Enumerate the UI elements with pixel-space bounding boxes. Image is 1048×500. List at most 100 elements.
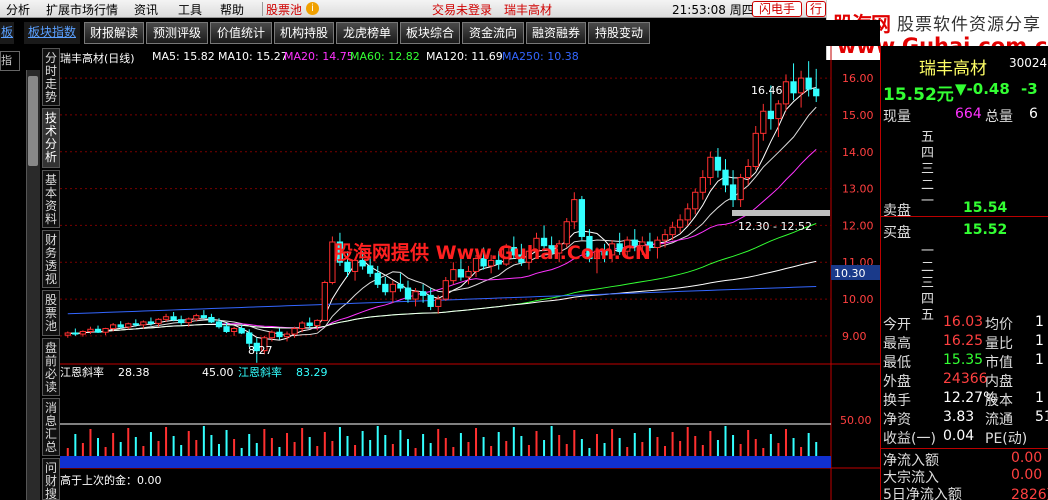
indicator-bar — [543, 440, 546, 456]
indicator-bar — [119, 442, 122, 456]
stat-value: 0.04 — [943, 428, 975, 444]
flow-label: 5日净流入额 — [883, 487, 962, 500]
ask-price: 15.54 — [963, 200, 1008, 216]
indicator-bar — [807, 433, 810, 456]
indicator-bar — [467, 442, 470, 456]
y-tick-label: 16.00 — [842, 72, 874, 85]
side-tab-financials[interactable]: 财务透视 — [42, 230, 60, 288]
flash-trade-button[interactable]: 闪电手 — [752, 1, 803, 17]
candle-body — [813, 88, 820, 97]
indicator-bar — [784, 429, 787, 456]
stat-value-2: 1 — [1035, 333, 1044, 349]
tab-holding-changes[interactable]: 持股变动 — [588, 22, 650, 44]
kline-chart[interactable]: 9.00 10.00 11.00 12.00 13.00 14.00 15.00 16.00 … — [60, 46, 880, 500]
tab-capital-flow[interactable]: 资金流向 — [462, 22, 524, 44]
candle-body — [314, 319, 321, 327]
indicator-bar — [550, 426, 553, 456]
quote-stock-name: 瑞丰高材 — [919, 59, 987, 79]
candle-body — [193, 315, 200, 320]
clock: 21:53:08 周四 — [672, 3, 754, 17]
tab-partial[interactable]: 板 — [0, 22, 14, 44]
indicator-bar — [195, 440, 198, 456]
indicator-bar — [74, 434, 77, 456]
indicator-pin[interactable]: 指标 — [0, 51, 20, 71]
side-tab-stock-pool[interactable]: 股票池 — [42, 290, 60, 336]
indicator-bar — [331, 441, 334, 456]
stat-value-2: 51 — [1035, 409, 1048, 425]
candle-body — [775, 103, 782, 120]
range-label: 12.30 - 12.52 — [738, 220, 812, 233]
login-status[interactable]: 交易未登录 — [432, 1, 492, 18]
side-tab-search[interactable]: 问财搜 — [42, 458, 60, 500]
indicator-bar — [535, 431, 538, 456]
indicator-bar — [422, 434, 425, 456]
ma-label-ma20: MA20: 14.75 — [284, 50, 354, 63]
menu-help[interactable]: 帮助 — [220, 1, 244, 18]
indicator-bar — [225, 430, 228, 456]
candle-body — [752, 132, 759, 167]
indicator-bar — [633, 433, 636, 456]
side-tab-technical[interactable]: 技术分析 — [42, 108, 60, 168]
indicator-bar — [157, 441, 160, 456]
menu-analysis[interactable]: 分析 — [6, 1, 30, 18]
tab-financial-report[interactable]: 财报解读 — [84, 22, 144, 44]
menu-news[interactable]: 资讯 — [134, 1, 158, 18]
indicator-bar — [664, 446, 667, 456]
stat-label-2: 量比 — [985, 336, 1013, 352]
indicator-bar — [452, 447, 455, 456]
indicator-bar — [391, 444, 394, 456]
tab-sector-index[interactable]: 板块指数 — [24, 22, 80, 44]
candle-body — [298, 322, 306, 330]
indicator-bar — [762, 448, 765, 456]
tab-value-stats[interactable]: 价值统计 — [210, 22, 272, 44]
indicator-band — [60, 456, 831, 468]
tab-sector-summary[interactable]: 板块综合 — [400, 22, 460, 44]
flow-value: 0.00 — [1011, 450, 1043, 466]
candle-body — [722, 169, 729, 186]
menu-stock-pool[interactable]: 股票池 — [266, 1, 302, 18]
kline-svg[interactable]: 9.0010.0011.0012.0013.0014.0015.0016.00 … — [60, 46, 880, 500]
candle-body — [737, 177, 744, 201]
indicator-bar — [618, 438, 621, 456]
candle-body — [215, 321, 223, 328]
y-tick-label: 13.00 — [842, 183, 874, 196]
candle-body — [162, 316, 170, 320]
ma250-line — [67, 285, 817, 315]
side-tab-fundamentals[interactable]: 基本资料 — [42, 170, 60, 228]
menu-tools[interactable]: 工具 — [178, 1, 202, 18]
indicator-bar — [747, 430, 750, 456]
indicator-bar — [429, 443, 432, 456]
candle-body — [654, 239, 661, 249]
menu-extended-market[interactable]: 扩展市场行情 — [46, 1, 118, 18]
watermark: 股海网提供 Www.Guhai.Com.CN — [334, 242, 651, 264]
tab-margin-trading[interactable]: 融资融券 — [526, 22, 586, 44]
tab-institutional-holdings[interactable]: 机构持股 — [274, 22, 334, 44]
candle-body — [200, 315, 208, 318]
quote-stock-code: 30024 — [1009, 56, 1048, 70]
y-tick-label: 12.00 — [842, 219, 874, 232]
indicator-bar — [286, 433, 289, 456]
stat-value-2: 1 — [1035, 352, 1044, 368]
indicator-bar — [580, 439, 583, 456]
trade-button[interactable]: 行 — [806, 1, 827, 17]
low-label: 8.27 — [248, 344, 273, 357]
candle-body — [132, 323, 139, 326]
candle-body — [79, 330, 87, 335]
side-tab-premarket[interactable]: 盘前必读 — [42, 338, 60, 396]
indicator-bar — [482, 437, 485, 456]
indicator-bar — [656, 437, 659, 456]
side-tab-news[interactable]: 消息汇总 — [42, 398, 60, 456]
indicator-bar — [406, 439, 409, 456]
candle-body — [435, 298, 442, 307]
indicator-bar — [399, 430, 402, 456]
tab-dragon-tiger[interactable]: 龙虎榜单 — [336, 22, 398, 44]
candle-body — [170, 316, 177, 321]
candle-body — [412, 291, 419, 300]
stat-value-2: 1 — [1035, 314, 1044, 330]
info-icon[interactable]: i — [306, 2, 319, 15]
tab-forecast-rating[interactable]: 预测评级 — [146, 22, 208, 44]
side-tab-intraday[interactable]: 分时走势 — [42, 48, 60, 106]
stat-value: 16.25 — [943, 333, 984, 349]
indicator-bar — [490, 446, 493, 456]
scrollbar-thumb[interactable] — [28, 76, 38, 166]
